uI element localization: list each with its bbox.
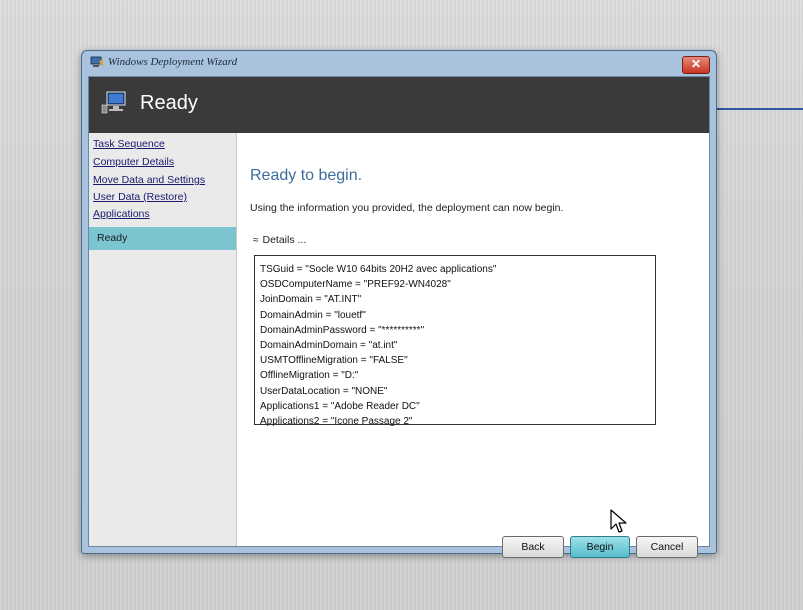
wizard-nav: Task Sequence Computer Details Move Data… [89,133,237,546]
close-button[interactable]: ✕ [682,56,710,74]
nav-item-move-data[interactable]: Move Data and Settings [93,174,205,186]
main-description: Using the information you provided, the … [250,202,564,214]
cancel-button[interactable]: Cancel [636,536,698,558]
desktop-line [710,108,803,110]
begin-button[interactable]: Begin [570,536,630,558]
details-panel[interactable]: TSGuid = "Socle W10 64bits 20H2 avec app… [254,255,656,427]
details-toggle[interactable]: ≈ Details ... [253,234,306,246]
wizard-header: Ready [89,77,709,133]
details-line-join-domain: JoinDomain = "AT.INT" [260,294,362,306]
window-title: Windows Deployment Wizard [108,56,238,68]
details-line-usmt-offline: USMTOfflineMigration = "FALSE" [260,355,408,367]
details-line-domain-admin: DomainAdmin = "louetf" [260,309,366,321]
details-line-applications2: Applications2 = "Icone Passage 2" [260,415,413,427]
details-line-computer-name: OSDComputerName = "PREF92-WN4028" [260,279,451,291]
nav-item-computer-details[interactable]: Computer Details [93,156,174,168]
details-label: Details ... [262,234,307,246]
details-line-offline-migration: OfflineMigration = "D:" [260,370,359,382]
back-button[interactable]: Back [502,536,564,558]
main-heading: Ready to begin. [250,167,363,184]
details-line-domain-admin-domain: DomainAdminDomain = "at.int" [260,339,398,351]
details-line-tsguid: TSGuid = "Socle W10 64bits 20H2 avec app… [260,264,497,275]
wizard-client-area: Ready Task Sequence Computer Details Mov… [88,76,710,558]
computer-icon [101,91,126,114]
mouse-cursor-icon [610,509,627,533]
nav-item-task-sequence[interactable]: Task Sequence [93,138,165,150]
nav-item-ready[interactable]: Ready [89,227,236,250]
nav-item-applications[interactable]: Applications [93,208,150,220]
nav-item-user-data[interactable]: User Data (Restore) [93,191,187,203]
wizard-app-icon [90,56,103,67]
chevron-up-icon: ≈ [253,235,259,246]
close-icon: ✕ [690,57,702,71]
details-line-user-data-location: UserDataLocation = "NONE" [260,385,388,397]
title-bar[interactable]: Windows Deployment Wizard ✕ [82,51,716,75]
details-line-applications1: Applications1 = "Adobe Reader DC" [260,400,420,412]
page-title: Ready [140,92,198,114]
details-line-domain-admin-password: DomainAdminPassword = "**********" [260,324,425,336]
deployment-wizard-window: Windows Deployment Wizard ✕ Ready Task S… [81,50,717,558]
